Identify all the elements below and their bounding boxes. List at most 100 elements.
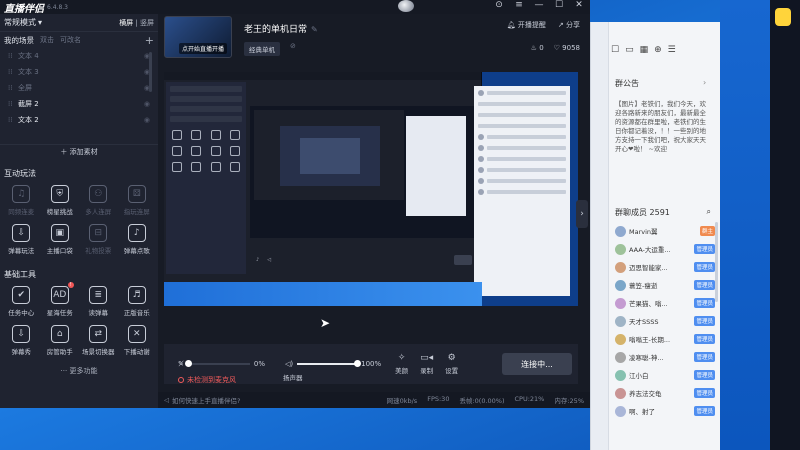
screen-record-icon[interactable]: ⊙ <box>494 0 504 10</box>
nested-controls: ♪ ◁ <box>250 248 478 272</box>
search-icon[interactable]: ⌕ <box>707 207 711 218</box>
nested-line <box>487 168 566 172</box>
beauty-button[interactable]: ✧ 美颜 <box>395 353 408 375</box>
settings-button[interactable]: ⚙ 设置 <box>445 353 458 375</box>
avatar[interactable] <box>615 279 626 291</box>
member-row[interactable]: 迈思智能家... 管理员 <box>615 258 715 276</box>
tool-vote[interactable]: ⊟ 礼物投票 <box>79 224 118 255</box>
speaker-label: 扬声器 <box>282 374 303 382</box>
avatar[interactable] <box>615 333 626 345</box>
avatar[interactable] <box>615 297 626 309</box>
caret-down-icon[interactable]: ▾ <box>38 18 42 27</box>
add-source-button[interactable]: ＋ 添加素材 <box>0 144 158 158</box>
mic-slider[interactable] <box>184 360 250 367</box>
scene-item[interactable]: ⁞⁞ 全屏 ◉ <box>0 80 158 96</box>
tool-music-note[interactable]: ♬ 正版音乐 <box>118 286 157 317</box>
tool-people[interactable]: ⚇ 多人连屏 <box>79 185 118 216</box>
avatar[interactable] <box>615 387 626 399</box>
apps-icon[interactable]: ▦ <box>640 45 649 55</box>
remind-button[interactable]: 🔔︎ 开播提醒 <box>507 20 546 30</box>
chevron-right-icon[interactable]: › <box>703 78 706 87</box>
eye-icon[interactable]: ◉ <box>144 116 150 124</box>
tool-shield[interactable]: ⛨ 榜星挑战 <box>41 185 80 216</box>
room-category-tag[interactable]: 经典单机 <box>244 42 280 56</box>
tool-switch[interactable]: ⇄ 场景切换器 <box>79 325 118 356</box>
connect-button[interactable]: 连接中... <box>502 353 572 375</box>
edit-icon[interactable]: ✎ <box>311 25 318 34</box>
add-scene-button[interactable]: + <box>145 34 154 47</box>
help-text[interactable]: 如何快速上手直播伴侣? <box>172 395 240 405</box>
scene-item[interactable]: ⁞⁞ 文本 3 ◉ <box>0 64 158 80</box>
scene-item[interactable]: ⁞⁞ 文本 2 ◉ <box>0 112 158 128</box>
mic-warning-text: 未检测到麦克风 <box>187 376 236 384</box>
speaker-volume: ◁) 100% 扬声器 <box>283 360 381 382</box>
speaker-icon[interactable]: ◁) <box>285 360 293 368</box>
share-button[interactable]: ↗ 分享 <box>558 20 580 30</box>
more-features-button[interactable]: ··· 更多功能 <box>0 358 158 376</box>
nested-preview <box>250 106 478 238</box>
group-chat-window: ☐ ▭ ▦ ⊕ ☰ 群公告 › 【图片】老铁们，我们今天，欢迎各路新来的朋友们，… <box>590 22 720 450</box>
eye-icon[interactable]: ◉ <box>144 100 150 108</box>
speaker-slider[interactable] <box>297 360 362 367</box>
member-row[interactable]: 啊、射了 管理员 <box>615 402 715 420</box>
member-row[interactable]: 芒果猫、嗡... 管理员 <box>615 294 715 312</box>
nested-icon <box>191 162 202 172</box>
mode-selector[interactable]: 常规模式 ▾ 横屏 | 竖屏 <box>0 14 158 32</box>
scene-item[interactable]: ⁞⁞ 截屏 2 ◉ <box>0 96 158 112</box>
tool-pocket[interactable]: ▣ 主播口袋 <box>41 224 80 255</box>
announce-title[interactable]: 群公告 <box>615 78 639 89</box>
mic-slider-knob[interactable] <box>184 360 192 367</box>
portrait-toggle[interactable]: 竖屏 <box>140 19 154 27</box>
landscape-toggle[interactable]: 横屏 <box>119 19 133 27</box>
avatar[interactable] <box>615 315 626 327</box>
record-button[interactable]: ▭◂ 录制 <box>420 353 433 375</box>
speaker-slider-knob[interactable] <box>354 360 362 367</box>
member-row[interactable]: Marvin翼 群主 <box>615 222 715 240</box>
tool-thanks[interactable]: ✕ 下播动谢 <box>118 325 157 356</box>
member-row[interactable]: 养志法交龟 管理员 <box>615 384 715 402</box>
member-row[interactable]: AAA-大运重... 管理员 <box>615 240 715 258</box>
avatar[interactable] <box>615 243 626 255</box>
avatar[interactable] <box>398 0 414 12</box>
member-row[interactable]: 嗡嗡王-长期... 管理员 <box>615 330 715 348</box>
tool-read[interactable]: ≣ 读弹幕 <box>79 286 118 317</box>
add-icon[interactable]: ⊕ <box>654 45 662 55</box>
mode-label[interactable]: 常规模式 <box>4 17 36 28</box>
room-title-text[interactable]: 老王的单机日常 <box>244 25 307 35</box>
tool-show[interactable]: ⇩ 弹幕秀 <box>2 325 41 356</box>
member-row[interactable]: 江小白 管理员 <box>615 366 715 384</box>
avatar[interactable] <box>615 369 626 381</box>
avatar[interactable] <box>615 351 626 363</box>
tool-gamepad[interactable]: ⚄ 指玩连屏 <box>118 185 157 216</box>
screen-icon[interactable]: ▭ <box>625 45 634 55</box>
help-link[interactable]: ◁ 如何快速上手直播伴侣? <box>164 395 240 405</box>
member-row[interactable]: 蓑笠-瘦逝 管理员 <box>615 276 715 294</box>
live-preview[interactable]: ♪ ◁ <box>164 72 578 306</box>
scene-item[interactable]: ⁞⁞ 文本 4 ◉ <box>0 48 158 64</box>
phone-icon[interactable]: ☐ <box>611 45 619 55</box>
tool-mic[interactable]: ♫ 同频连麦 <box>2 185 41 216</box>
folder-icon[interactable] <box>775 8 791 26</box>
tool-house[interactable]: ⌂ 房管助手 <box>41 325 80 356</box>
tool-ad[interactable]: AD! 星海任务 <box>41 282 80 317</box>
tool-download[interactable]: ⇩ 弹幕玩法 <box>2 224 41 255</box>
member-row[interactable]: 凌寒聪-神... 管理员 <box>615 348 715 366</box>
verify-icon[interactable]: ⊘ <box>290 42 296 50</box>
avatar[interactable] <box>615 225 626 237</box>
chevron-right-icon[interactable]: › <box>576 200 588 228</box>
scene-scrollbar[interactable] <box>149 52 152 92</box>
maximize-button[interactable]: ☐ <box>554 0 564 10</box>
minimize-button[interactable]: — <box>534 0 544 10</box>
mic-muted-icon[interactable]: ✎̸ <box>178 360 184 368</box>
avatar[interactable] <box>615 405 626 417</box>
room-cover-thumbnail[interactable]: 点开始直播开播 <box>164 16 232 58</box>
more-icon[interactable]: ☰ <box>668 45 676 55</box>
chat-scrollbar[interactable] <box>715 222 718 302</box>
close-button[interactable]: ✕ <box>574 0 584 10</box>
tool-task[interactable]: ✔ 任务中心 <box>2 286 41 317</box>
member-row[interactable]: 天才SSSS 管理员 <box>615 312 715 330</box>
menu-icon[interactable]: ≡ <box>514 0 524 10</box>
room-title[interactable]: 老王的单机日常 ✎ <box>244 22 318 35</box>
avatar[interactable] <box>615 261 626 273</box>
tool-music[interactable]: ♪ 弹幕点歌 <box>118 224 157 255</box>
